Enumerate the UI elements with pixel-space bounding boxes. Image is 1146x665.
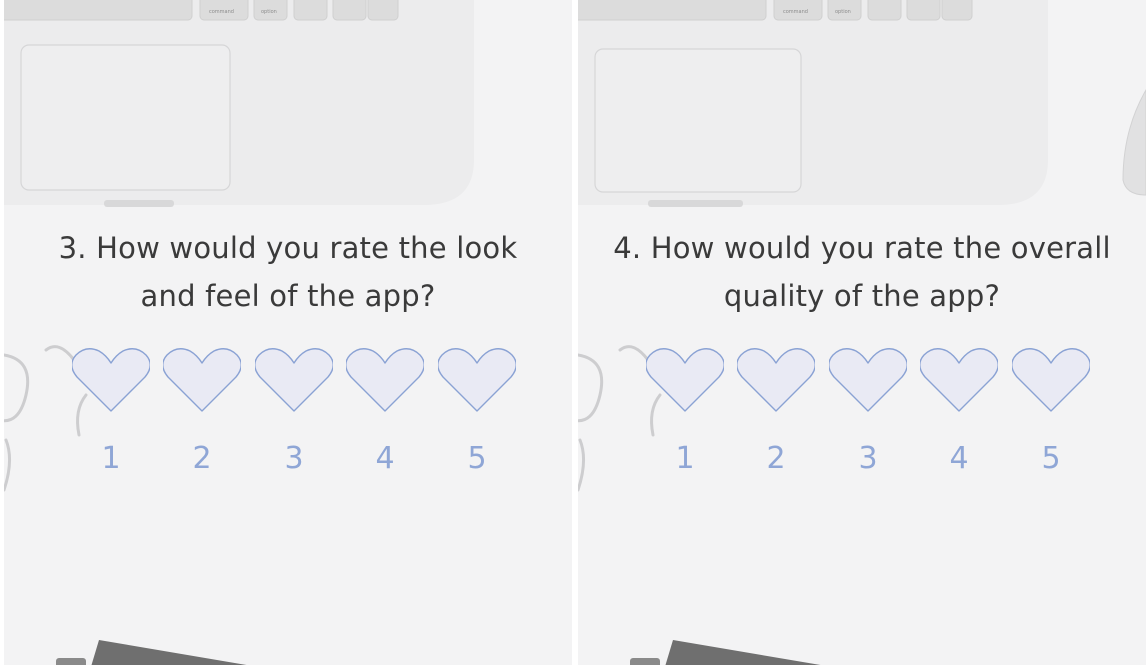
rating-number: 1 bbox=[675, 441, 695, 476]
heart-outline-icon bbox=[438, 348, 516, 412]
heart-outline-icon bbox=[646, 348, 724, 412]
heart-outline-icon bbox=[255, 348, 333, 412]
rating-option-5[interactable]: 5 bbox=[438, 345, 516, 485]
key-command-label: command bbox=[783, 9, 808, 15]
key-option-label: option bbox=[261, 9, 277, 15]
question-title: 3. How would you rate the look and feel … bbox=[4, 224, 572, 320]
desk-background-image: command option bbox=[4, 0, 572, 665]
heart-rating-scale: 1 2 3 4 5 bbox=[72, 345, 522, 485]
heart-outline-icon bbox=[72, 348, 150, 412]
survey-screen-question-4: command option 4. How would you rate the… bbox=[578, 0, 1146, 665]
rating-number: 2 bbox=[192, 441, 212, 476]
heart-outline-icon bbox=[346, 348, 424, 412]
heart-outline-icon bbox=[920, 348, 998, 412]
heart-outline-icon bbox=[1012, 348, 1090, 412]
rating-option-5[interactable]: 5 bbox=[1012, 345, 1090, 485]
heart-outline-icon bbox=[163, 348, 241, 412]
rating-number: 2 bbox=[766, 441, 786, 476]
rating-option-4[interactable]: 4 bbox=[920, 345, 998, 485]
question-title-line-2: quality of the app? bbox=[723, 279, 1001, 313]
rating-option-3[interactable]: 3 bbox=[255, 345, 333, 485]
rating-option-4[interactable]: 4 bbox=[346, 345, 424, 485]
survey-screen-question-3: command option 3. How would you rate the… bbox=[4, 0, 572, 665]
rating-number: 4 bbox=[949, 441, 969, 476]
question-title-line-2: and feel of the app? bbox=[140, 279, 436, 313]
rating-number: 5 bbox=[1041, 441, 1061, 476]
rating-option-1[interactable]: 1 bbox=[72, 345, 150, 485]
survey-gallery: command option 3. How would you rate the… bbox=[0, 0, 1146, 665]
question-title-line-1: 3. How would you rate the look bbox=[58, 231, 518, 265]
question-title-line-1: 4. How would you rate the overall bbox=[613, 231, 1111, 265]
heart-rating-scale: 1 2 3 4 5 bbox=[646, 345, 1096, 485]
key-command-label: command bbox=[209, 9, 234, 15]
rating-option-3[interactable]: 3 bbox=[829, 345, 907, 485]
rating-option-2[interactable]: 2 bbox=[163, 345, 241, 485]
rating-number: 1 bbox=[101, 441, 121, 476]
rating-option-2[interactable]: 2 bbox=[737, 345, 815, 485]
rating-number: 3 bbox=[284, 441, 304, 476]
rating-number: 4 bbox=[375, 441, 395, 476]
heart-outline-icon bbox=[829, 348, 907, 412]
desk-background-image: command option bbox=[578, 0, 1146, 665]
heart-outline-icon bbox=[737, 348, 815, 412]
rating-number: 5 bbox=[467, 441, 487, 476]
key-option-label: option bbox=[835, 9, 851, 15]
question-title: 4. How would you rate the overall qualit… bbox=[578, 224, 1146, 320]
rating-option-1[interactable]: 1 bbox=[646, 345, 724, 485]
rating-number: 3 bbox=[858, 441, 878, 476]
